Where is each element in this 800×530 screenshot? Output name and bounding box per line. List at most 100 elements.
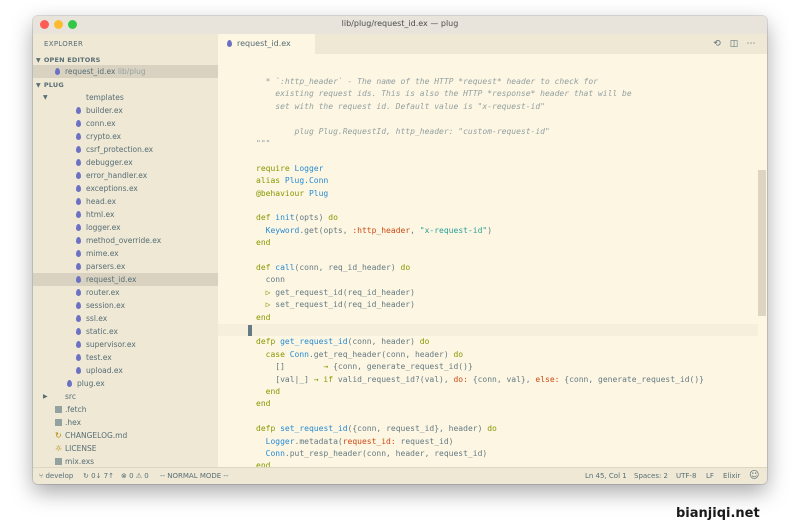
file-name: csrf_protection.ex — [86, 145, 154, 154]
elixir-file-icon — [76, 185, 81, 192]
language-mode[interactable]: Elixir — [723, 472, 740, 480]
file-name: method_override.ex — [86, 236, 162, 245]
file-name: html.ex — [86, 210, 115, 219]
file-name: crypto.ex — [86, 132, 122, 141]
code-line: alias Plug.Conn — [256, 176, 329, 186]
code-line: end — [256, 399, 271, 409]
elixir-file-icon — [76, 120, 81, 127]
file-name: .hex — [65, 418, 82, 427]
file-name: exceptions.ex — [86, 184, 138, 193]
file-icon — [55, 458, 62, 465]
git-branch-item[interactable]: ⑂ develop — [39, 472, 73, 480]
problems-item[interactable]: ⊗ 0 ⚠ 0 — [121, 472, 149, 480]
file-name: conn.ex — [86, 119, 116, 128]
file-name: mix.exs — [65, 457, 95, 466]
code-line: end — [256, 387, 281, 396]
file-name: session.ex — [86, 301, 126, 310]
file-tree-item[interactable]: test.ex — [33, 351, 218, 364]
file-tree-item[interactable]: csrf_protection.ex — [33, 143, 218, 156]
file-tree-item[interactable]: mime.ex — [33, 247, 218, 260]
file-tree-item[interactable]: router.ex — [33, 286, 218, 299]
code-line: end — [256, 238, 271, 248]
elixir-file-icon — [76, 315, 81, 322]
file-name: supervisor.ex — [86, 340, 136, 349]
feedback-smiley-icon[interactable]: ☺ — [749, 470, 759, 481]
chevron-right-icon: ▶ — [43, 393, 48, 400]
vertical-scrollbar[interactable] — [758, 170, 766, 316]
code-line: """ — [256, 139, 271, 148]
encoding[interactable]: UTF-8 — [676, 472, 696, 480]
open-editor-item[interactable]: request_id.ex lib/plug — [33, 65, 218, 78]
elixir-file-icon — [76, 198, 81, 205]
file-tree-item[interactable]: logger.ex — [33, 221, 218, 234]
file-tree-item[interactable]: request_id.ex — [33, 273, 218, 286]
chevron-down-icon: ▼ — [43, 94, 48, 101]
file-name: plug.ex — [77, 379, 105, 388]
file-icon — [55, 406, 62, 413]
file-name: debugger.ex — [86, 158, 133, 167]
file-tree-item[interactable]: ↻ CHANGELOG.md — [33, 429, 218, 442]
code-line: [val|_] → if valid_request_id?(val), do:… — [256, 374, 704, 384]
more-actions-icon[interactable]: ⋯ — [745, 38, 757, 50]
elixir-file-icon — [76, 263, 81, 270]
indentation[interactable]: Spaces: 2 — [634, 472, 668, 480]
chevron-down-icon: ▼ — [36, 57, 41, 64]
file-tree-item[interactable]: ▶ src — [33, 390, 218, 403]
code-line: end — [256, 312, 271, 322]
file-tree-item[interactable]: conn.ex — [33, 117, 218, 130]
chevron-down-icon: ▼ — [36, 82, 41, 89]
project-section[interactable]: ▼ PLUG — [36, 81, 64, 89]
file-name: LICENSE — [65, 444, 97, 453]
file-tree-item[interactable]: .fetch — [33, 403, 218, 416]
file-tree-item[interactable]: supervisor.ex — [33, 338, 218, 351]
file-name: CHANGELOG.md — [65, 431, 128, 440]
file-tree-item[interactable]: exceptions.ex — [33, 182, 218, 195]
file-name: parsers.ex — [86, 262, 126, 271]
file-tree-item[interactable]: html.ex — [33, 208, 218, 221]
file-name: builder.ex — [86, 106, 123, 115]
code-line: set with the request id. Default value i… — [256, 101, 545, 111]
code-area[interactable]: * `:http_header` - The name of the HTTP … — [218, 54, 767, 467]
line-ending[interactable]: LF — [706, 472, 714, 480]
open-editors-section[interactable]: ▼ OPEN EDITORS — [36, 56, 101, 64]
file-tree-item[interactable]: plug.ex — [33, 377, 218, 390]
tab-bar: request_id.ex ⟲ ◫ ⋯ — [218, 34, 767, 54]
file-tree-item[interactable]: debugger.ex — [33, 156, 218, 169]
file-tree-item[interactable]: head.ex — [33, 195, 218, 208]
file-tree-item[interactable]: static.ex — [33, 325, 218, 338]
elixir-file-icon — [76, 107, 81, 114]
cursor-position[interactable]: Ln 45, Col 1 — [585, 472, 627, 480]
file-tree-item[interactable]: crypto.ex — [33, 130, 218, 143]
open-changes-icon[interactable]: ⟲ — [711, 38, 723, 50]
file-tree-item[interactable]: .hex — [33, 416, 218, 429]
file-tree-item[interactable]: builder.ex — [33, 104, 218, 117]
file-tree-item[interactable]: ▼ templates — [33, 91, 218, 104]
file-tree-item[interactable]: upload.ex — [33, 364, 218, 377]
split-editor-icon[interactable]: ◫ — [728, 38, 740, 50]
file-tree-item[interactable]: method_override.ex — [33, 234, 218, 247]
file-tree-item[interactable]: ssl.ex — [33, 312, 218, 325]
file-name: mime.ex — [86, 249, 119, 258]
file-name: router.ex — [86, 288, 120, 297]
file-tree-item[interactable]: error_handler.ex — [33, 169, 218, 182]
file-tree-item[interactable]: mix.exs — [33, 455, 218, 467]
code-line: def init(opts) do — [256, 213, 338, 223]
file-name: upload.ex — [86, 366, 123, 375]
code-line: defp set_request_id({conn, request_id}, … — [256, 424, 497, 434]
sync-item[interactable]: ↻ 0↓ 7↑ — [83, 472, 114, 480]
file-tree-item[interactable]: session.ex — [33, 299, 218, 312]
explorer-header: EXPLORER — [44, 40, 84, 48]
file-name: .fetch — [65, 405, 87, 414]
file-name: templates — [86, 93, 124, 102]
file-tree-item[interactable]: parsers.ex — [33, 260, 218, 273]
elixir-file-icon — [227, 40, 232, 47]
editor-window: lib/plug/request_id.ex — plug EXPLORER ▼… — [33, 16, 767, 484]
elixir-file-icon — [76, 328, 81, 335]
file-tree-item[interactable]: ☼ LICENSE — [33, 442, 218, 455]
tab-request-id[interactable]: request_id.ex — [218, 34, 315, 54]
elixir-file-icon — [76, 211, 81, 218]
code-line: conn — [256, 275, 285, 285]
branch-icon: ⑂ — [39, 472, 44, 480]
elixir-file-icon — [76, 159, 81, 166]
code-line: def call(conn, req_id_header) do — [256, 263, 411, 272]
